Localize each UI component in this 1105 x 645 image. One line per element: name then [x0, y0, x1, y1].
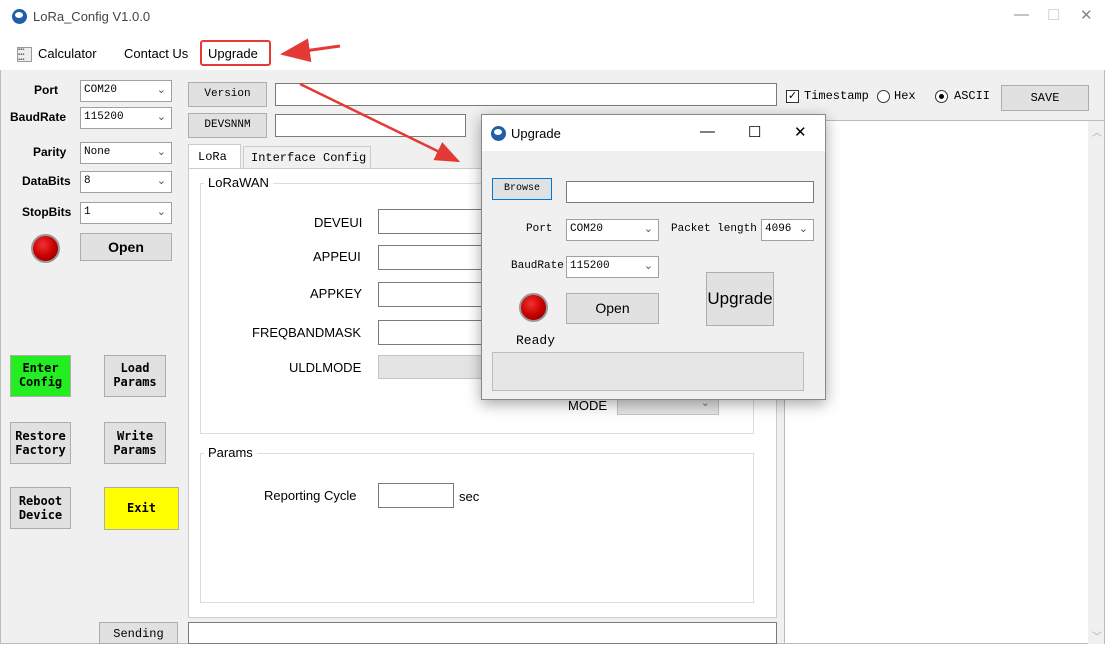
- arrow-to-upgrade-dialog: [299, 82, 461, 163]
- annotation-arrows: [280, 38, 461, 163]
- arrow-to-upgrade-menu: [280, 38, 341, 63]
